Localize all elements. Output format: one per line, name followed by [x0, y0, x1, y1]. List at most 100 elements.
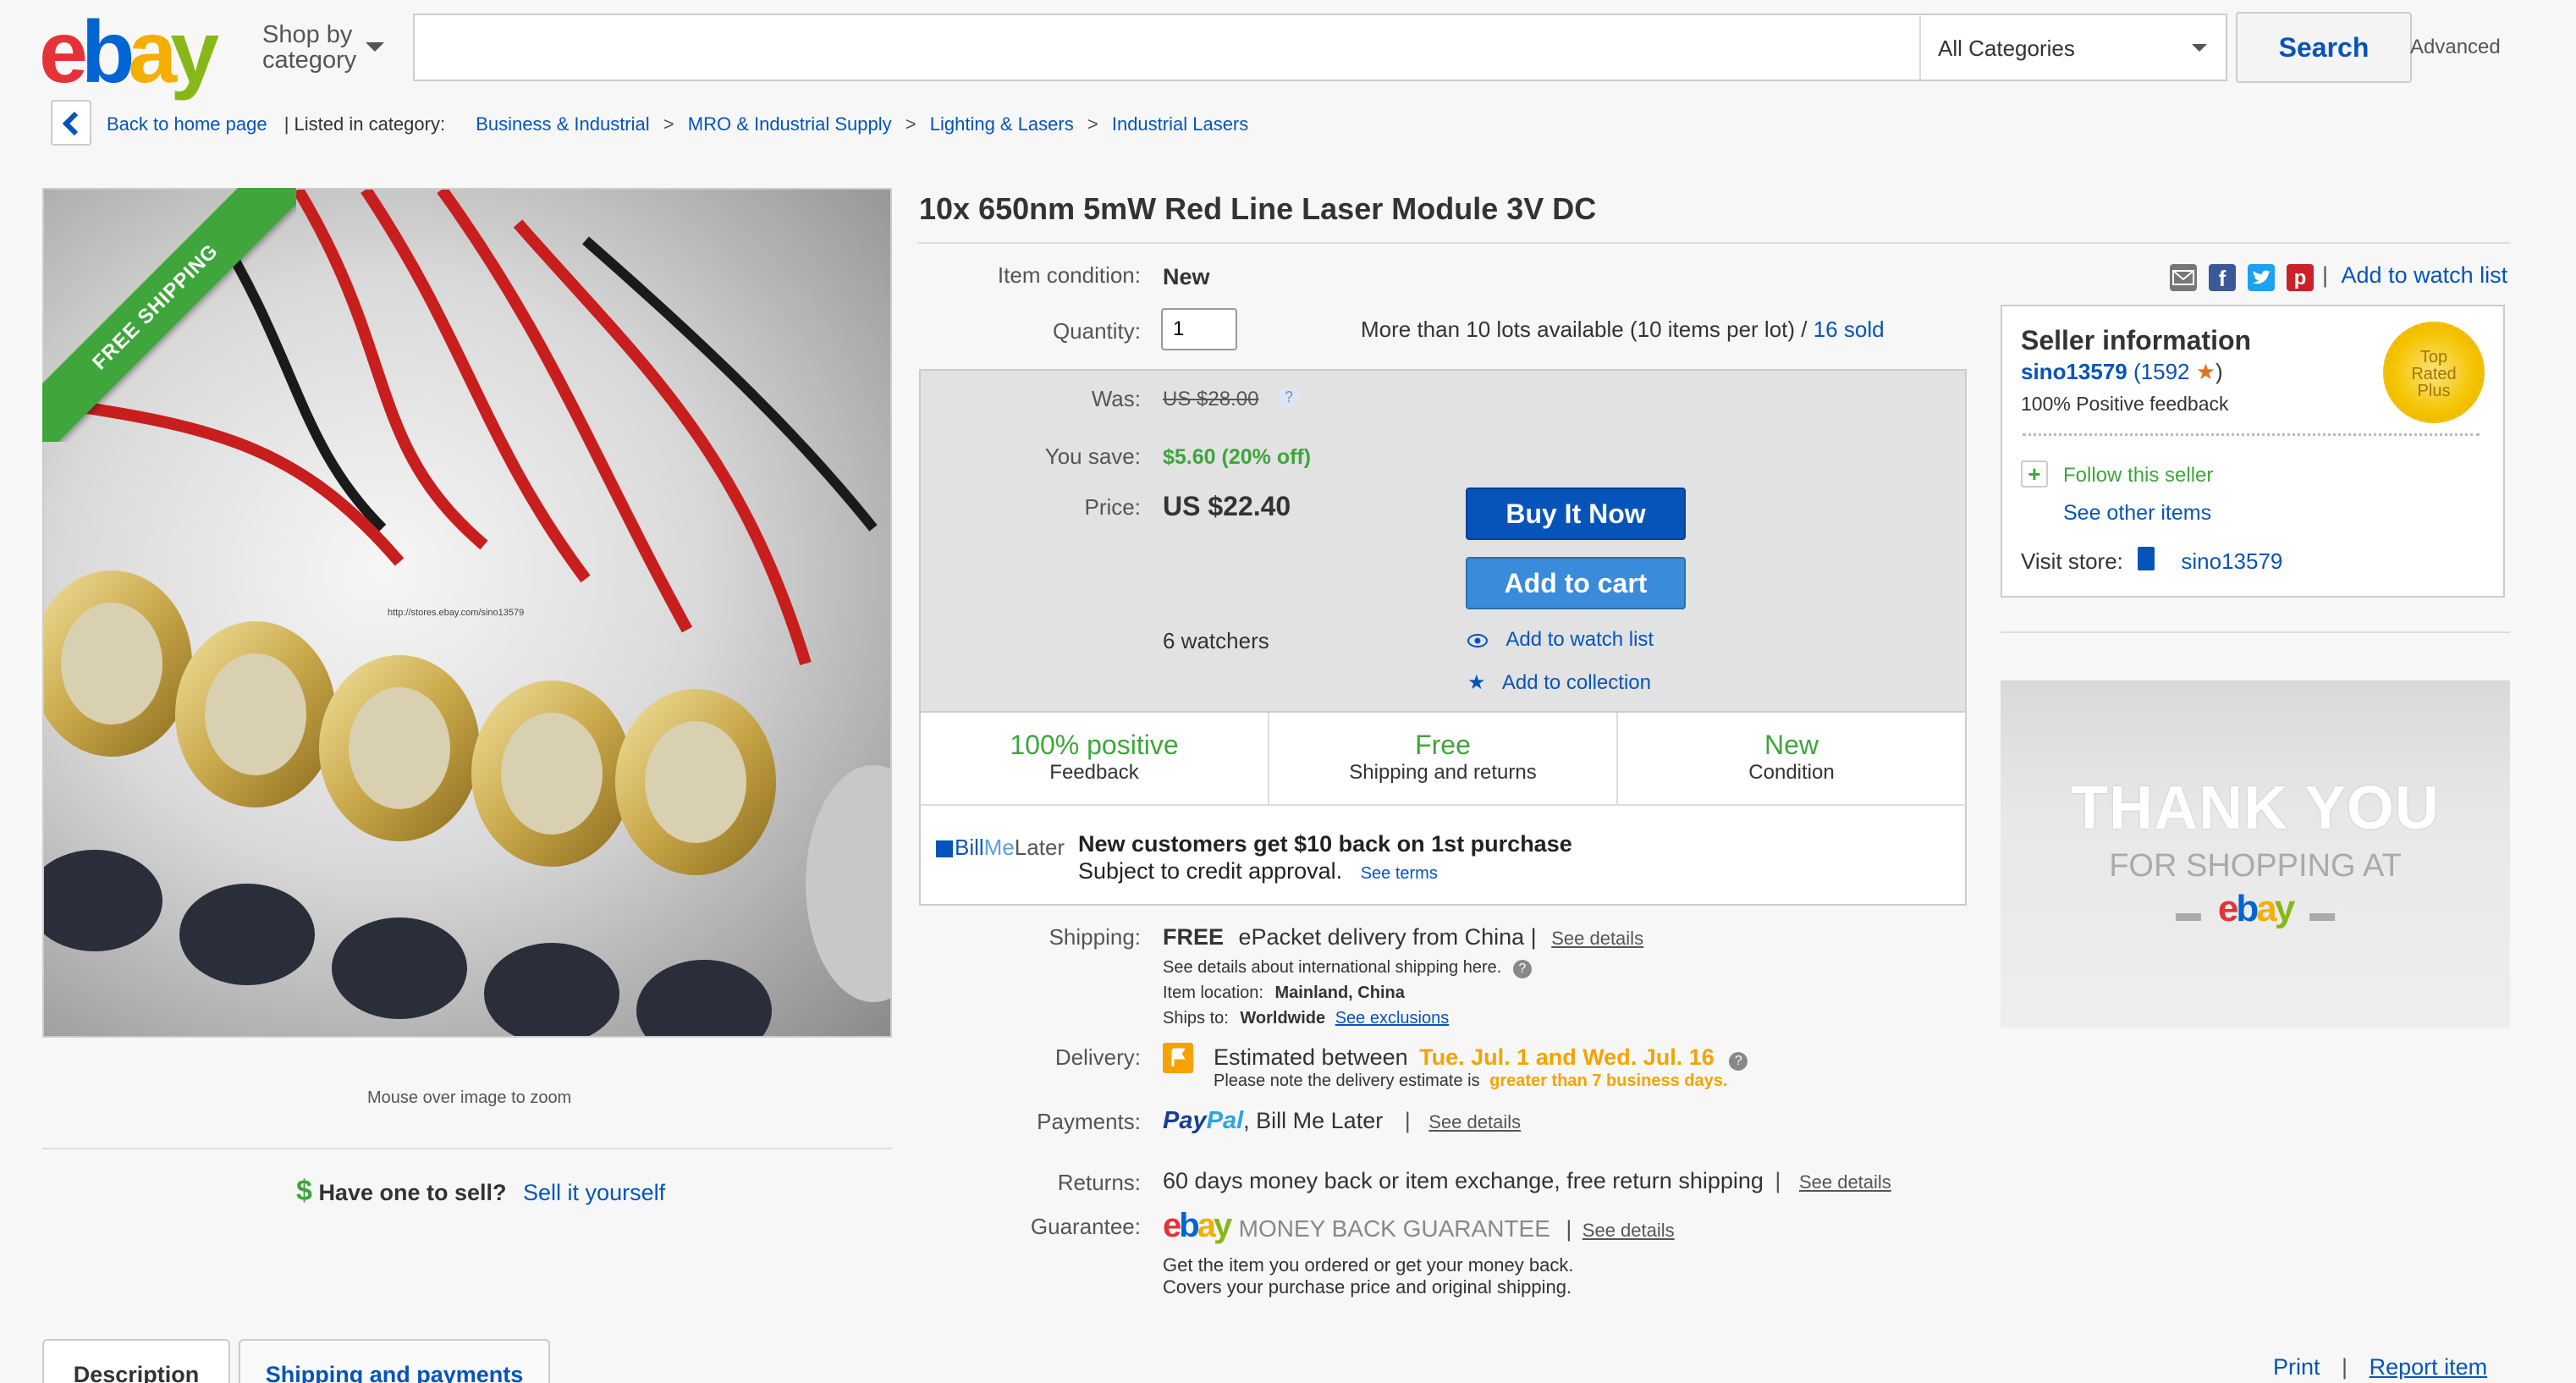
watch-area: | Add to watch list — [2322, 262, 2507, 289]
shop-by-category-button[interactable]: Shop by category — [262, 22, 356, 73]
quantity-input[interactable] — [1161, 308, 1237, 350]
seller-heading: Seller information — [2021, 325, 2252, 355]
item-title: 10x 650nm 5mW Red Line Laser Module 3V D… — [919, 191, 1597, 226]
money-back-guarantee: ebay MONEY BACK GUARANTEE | See details — [1163, 1207, 1675, 1244]
divider — [2001, 631, 2510, 633]
add-to-collection-link[interactable]: Add to collection — [1502, 671, 1651, 694]
seller-name-link[interactable]: sino13579 — [2021, 359, 2127, 384]
shop-by-line2: category — [262, 47, 357, 74]
divider — [917, 242, 2510, 244]
add-to-watch-list-link[interactable]: Add to watch list — [1505, 628, 1654, 651]
breadcrumb-item[interactable]: Business & Industrial — [476, 113, 649, 135]
tab-shipping-and-payments[interactable]: Shipping and payments — [239, 1339, 550, 1383]
breadcrumb-item[interactable]: Lighting & Lasers — [930, 113, 1074, 135]
shipping-label: Shipping: — [1049, 924, 1141, 950]
guarantee-line1: Get the item you ordered or get your mon… — [1163, 1254, 1574, 1276]
divider — [2023, 433, 2480, 436]
badge-shipping: Free Shipping and returns — [1269, 713, 1618, 804]
back-button[interactable] — [51, 100, 91, 146]
price-value: US $22.40 — [1163, 491, 1291, 521]
payments-see-details-link[interactable]: See details — [1428, 1111, 1521, 1132]
facebook-icon[interactable]: f — [2209, 264, 2236, 291]
price-label: Price: — [1084, 494, 1141, 520]
add-to-cart-button[interactable]: Add to cart — [1466, 557, 1686, 609]
breadcrumb-item[interactable]: MRO & Industrial Supply — [688, 113, 892, 135]
returns-see-details-link[interactable]: See details — [1799, 1171, 1891, 1193]
delivery-estimate: Estimated between Tue. Jul. 1 and Wed. J… — [1214, 1044, 1748, 1071]
checkbox-icon — [936, 840, 953, 858]
watchers-count: 6 watchers — [1163, 628, 1269, 653]
condition-value: New — [1163, 264, 1210, 289]
condition-label: Item condition: — [997, 262, 1141, 288]
guarantee-label: Guarantee: — [1030, 1214, 1141, 1239]
guarantee-see-details-link[interactable]: See details — [1582, 1220, 1675, 1241]
seller-name-row: sino13579 (1592 ★) — [2021, 359, 2223, 384]
see-exclusions-link[interactable]: See exclusions — [1335, 1009, 1450, 1028]
help-icon[interactable]: ? — [1278, 386, 1300, 408]
search-input[interactable] — [413, 14, 1921, 81]
twitter-icon[interactable] — [2248, 264, 2275, 291]
bml-headline: New customers get $10 back on 1st purcha… — [1078, 831, 1572, 857]
add-to-watch-list-link[interactable]: Add to watch list — [2342, 262, 2508, 288]
help-icon[interactable]: ? — [1512, 960, 1532, 978]
plus-icon[interactable]: + — [2021, 460, 2048, 488]
laser-module-shapes — [44, 570, 890, 1036]
payment-methods: PayPal, Bill Me Later | See details — [1163, 1107, 1522, 1134]
was-price: US $28.00 — [1163, 388, 1259, 410]
print-link[interactable]: Print — [2273, 1354, 2320, 1380]
feedback-score-link[interactable]: (1592 ★ — [2133, 359, 2215, 384]
breadcrumb-separator: > — [905, 113, 916, 135]
store-link[interactable]: sino13579 — [2181, 548, 2282, 574]
star-icon: ★ — [2195, 359, 2216, 384]
category-select[interactable]: All Categories — [1919, 14, 2227, 81]
add-to-collection-row[interactable]: ★ Add to collection — [1467, 670, 1651, 695]
store-icon — [2138, 547, 2155, 570]
availability-text: More than 10 lots available (10 items pe… — [1361, 317, 1808, 342]
price-box — [919, 369, 1967, 713]
visit-store-row: Visit store: sino13579 — [2021, 547, 2283, 574]
chevron-left-icon — [62, 112, 79, 135]
breadcrumb-item[interactable]: Industrial Lasers — [1112, 113, 1248, 135]
shop-by-line1: Shop by — [262, 21, 353, 48]
follow-seller-link[interactable]: Follow this seller — [2063, 464, 2213, 488]
divider — [42, 1148, 892, 1149]
ebay-logo[interactable]: ebay — [39, 8, 219, 96]
bml-subline: Subject to credit approval. See terms — [1078, 858, 1438, 884]
eye-icon — [1467, 633, 1488, 647]
sell-question: Have one to sell? — [318, 1180, 507, 1205]
add-to-watch-list-row[interactable]: Add to watch list — [1467, 628, 1654, 652]
ebay-logo-banner: ▬ ebay ▬ — [2175, 888, 2336, 929]
shipping-summary: FREE ePacket delivery from China | See d… — [1163, 924, 1644, 950]
help-icon[interactable]: ? — [1729, 1052, 1748, 1071]
bill-me-later-promo[interactable]: BillMeLater New customers get $10 back o… — [919, 804, 1967, 906]
breadcrumb-separator: > — [663, 113, 674, 135]
star-icon: ★ — [1467, 671, 1486, 694]
guarantee-line2: Covers your purchase price and original … — [1163, 1276, 1572, 1298]
see-terms-link[interactable]: See terms — [1361, 864, 1438, 883]
shipping-see-details-link[interactable]: See details — [1551, 928, 1643, 949]
see-other-items-link[interactable]: See other items — [2063, 501, 2211, 526]
email-icon[interactable] — [2170, 264, 2197, 291]
pinterest-icon[interactable]: p — [2287, 264, 2314, 291]
item-location: Item location: Mainland, China — [1163, 984, 1405, 1002]
image-watermark: http://stores.ebay.com/sino13579 — [388, 608, 525, 618]
chevron-down-icon — [2192, 44, 2207, 52]
sell-it-yourself-link[interactable]: Sell it yourself — [523, 1180, 665, 1205]
advanced-search-link[interactable]: Advanced — [2410, 36, 2501, 59]
thank-you-banner: THANK YOU FOR SHOPPING AT ▬ ebay ▬ — [2001, 680, 2510, 1028]
report-item-link[interactable]: Report item — [2370, 1354, 2488, 1380]
tab-description[interactable]: Description — [42, 1339, 230, 1383]
ships-to: Ships to: Worldwide See exclusions — [1163, 1009, 1450, 1028]
back-to-home-link[interactable]: Back to home page — [107, 113, 267, 135]
watch-separator: | — [2322, 262, 2329, 288]
chevron-down-icon — [366, 42, 384, 52]
buy-it-now-button[interactable]: Buy It Now — [1466, 488, 1686, 540]
badge-condition: New Condition — [1748, 730, 1835, 784]
positive-feedback: 100% Positive feedback — [2021, 393, 2229, 415]
was-label: Was: — [1091, 386, 1141, 411]
trust-badges: 100% positive Feedback Free Shipping and… — [919, 713, 1967, 806]
paypal-logo: PayPal — [1163, 1107, 1244, 1134]
sold-count-link[interactable]: 16 sold — [1814, 317, 1885, 342]
availability: More than 10 lots available (10 items pe… — [1361, 317, 1885, 343]
search-button[interactable]: Search — [2236, 12, 2412, 83]
